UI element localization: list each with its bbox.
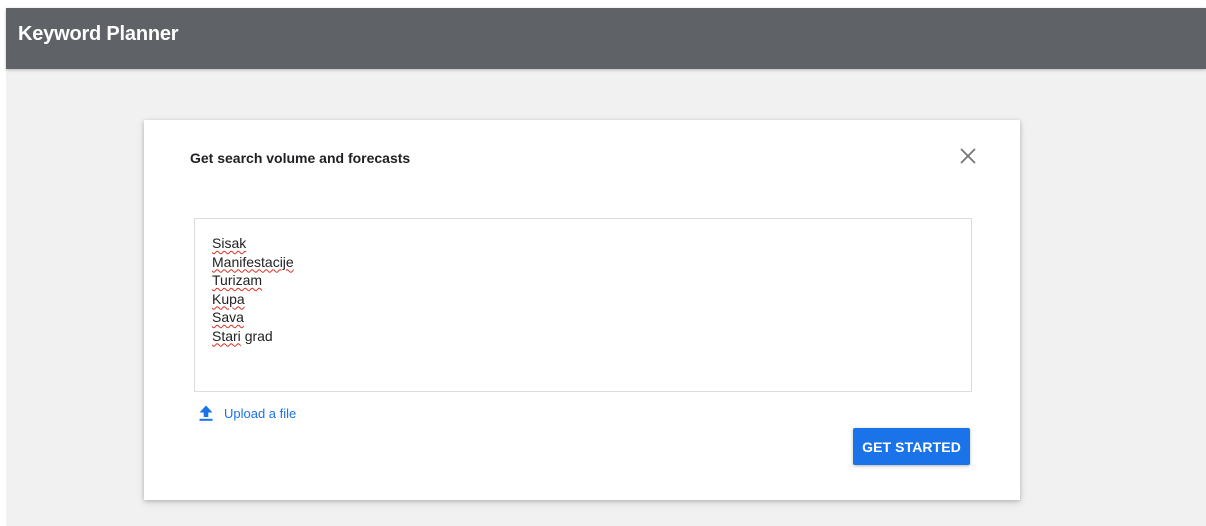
keyword-line: Sisak	[212, 234, 954, 253]
keyword-line: Kupa	[212, 290, 954, 309]
upload-file-label: Upload a file	[224, 405, 297, 421]
misspelled-word: Kupa	[212, 290, 245, 307]
keyword-line: Stari grad	[212, 327, 954, 346]
upload-icon	[199, 405, 213, 421]
close-icon	[960, 148, 976, 164]
keyword-line: Sava	[212, 308, 954, 327]
misspelled-word: Manifestacije	[212, 253, 294, 270]
keyword-line: Manifestacije	[212, 253, 954, 272]
keyword-dialog: Get search volume and forecasts Sisak Man…	[144, 120, 1020, 500]
keywords-textarea[interactable]: Sisak Manifestacije Turizam Kupa Sava Stari g…	[194, 218, 972, 392]
get-started-button[interactable]: GET STARTED	[853, 428, 970, 465]
dialog-title: Get search volume and forecasts	[190, 150, 411, 166]
upload-file-link[interactable]: Upload a file	[197, 404, 296, 422]
keyword-line: Turizam	[212, 271, 954, 290]
app-background: Keyword Planner Get search volume and fo…	[6, 8, 1206, 526]
misspelled-word: Sava	[212, 309, 244, 325]
misspelled-word: Turizam	[212, 272, 263, 288]
misspelled-word: Stari	[212, 327, 241, 344]
app-title: Keyword Planner	[18, 23, 179, 45]
keyword-word: grad	[244, 327, 273, 344]
misspelled-word: Sisak	[212, 235, 247, 251]
app-bar: Keyword Planner	[6, 8, 1206, 69]
close-button[interactable]	[956, 144, 980, 168]
